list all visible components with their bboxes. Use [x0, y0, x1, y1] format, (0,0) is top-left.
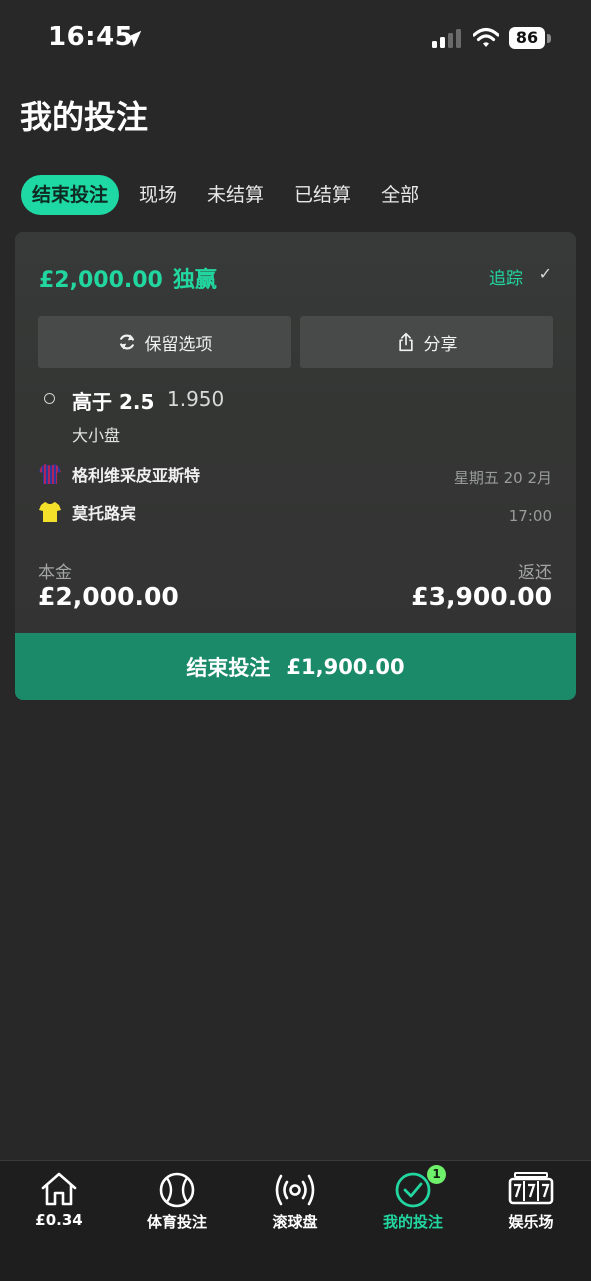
slot-machine-icon — [508, 1172, 554, 1205]
cash-out-button[interactable]: 结束投注 £1,900.00 — [15, 633, 576, 700]
cash-out-amount: £1,900.00 — [286, 654, 405, 679]
location-arrow-icon — [124, 30, 142, 48]
nav-label-live: 滚球盘 — [272, 1213, 318, 1231]
cellular-signal-icon — [432, 29, 461, 48]
nav-label-balance: £0.34 — [35, 1211, 83, 1229]
nav-item-sports[interactable]: 体育投注 — [118, 1161, 236, 1241]
nav-item-my-bets[interactable]: 1 我的投注 — [354, 1161, 472, 1241]
selection-status-dot — [44, 393, 55, 404]
battery-icon: 86 — [509, 27, 553, 51]
stake-label: 本金 — [38, 563, 72, 583]
market-name: 大小盘 — [72, 426, 121, 445]
nav-item-live[interactable]: 滚球盘 — [236, 1161, 354, 1241]
nav-label-sports: 体育投注 — [146, 1213, 207, 1231]
away-team-row: 莫托路宾 — [38, 499, 136, 525]
home-team-row: 格利维采皮亚斯特 — [38, 461, 200, 487]
tab-all[interactable]: 全部 — [381, 175, 419, 215]
tab-live[interactable]: 现场 — [139, 175, 177, 215]
status-bar: 16:45 86 — [0, 0, 591, 80]
stake-value: £2,000.00 — [38, 582, 179, 611]
status-time: 16:45 — [48, 22, 134, 52]
my-bets-count-badge: 1 — [427, 1165, 446, 1184]
tab-unsettled[interactable]: 未结算 — [207, 175, 264, 215]
battery-level: 86 — [509, 27, 545, 49]
keep-selections-button[interactable]: 保留选项 — [38, 316, 291, 368]
home-team-shirt-icon — [39, 464, 61, 484]
nav-label-my-bets: 我的投注 — [382, 1213, 443, 1231]
match-date: 星期五 20 2月 — [453, 469, 552, 487]
away-team-name: 莫托路宾 — [72, 504, 137, 523]
page-title: 我的投注 — [20, 98, 149, 136]
selection-name: 高于 2.5 — [72, 390, 155, 414]
cash-out-label: 结束投注 — [186, 655, 271, 680]
bet-type: 独赢 — [172, 268, 217, 293]
home-team-name: 格利维采皮亚斯特 — [72, 466, 201, 485]
return-value: £3,900.00 — [411, 582, 552, 611]
bet-stake-amount: £2,000.00 — [39, 268, 163, 293]
away-team-shirt-icon — [39, 502, 61, 522]
share-button[interactable]: 分享 — [300, 316, 553, 368]
share-icon — [398, 332, 413, 352]
tab-settled[interactable]: 已结算 — [294, 175, 351, 215]
nav-item-home[interactable]: £0.34 — [0, 1161, 118, 1241]
home-icon — [41, 1172, 77, 1206]
bet-filter-tabs: 结束投注 现场 未结算 已结算 全部 — [21, 175, 449, 215]
selection-odds: 1.950 — [167, 387, 225, 411]
return-label: 返还 — [518, 563, 552, 583]
live-broadcast-icon — [275, 1174, 315, 1206]
refresh-icon — [119, 334, 134, 350]
bet-card: £2,000.00 独赢 追踪 ✓ 保留选项 分享 高于 2.5 1.950 大小… — [15, 232, 576, 700]
match-kickoff-time: 17:00 — [508, 507, 552, 525]
track-toggle[interactable]: 追踪 — [489, 264, 523, 289]
bet-header: £2,000.00 独赢 — [39, 262, 217, 294]
keep-selections-label: 保留选项 — [144, 334, 213, 355]
bottom-nav: £0.34 体育投注 滚球盘 1 我的投注 娱乐场 — [0, 1160, 591, 1281]
tab-cash-out[interactable]: 结束投注 — [21, 175, 120, 215]
nav-label-casino: 娱乐场 — [508, 1213, 554, 1231]
share-label: 分享 — [423, 334, 458, 355]
nav-item-casino[interactable]: 娱乐场 — [472, 1161, 590, 1241]
wifi-icon — [473, 27, 499, 47]
sports-ball-icon — [159, 1172, 195, 1208]
track-check-icon: ✓ — [538, 264, 552, 283]
